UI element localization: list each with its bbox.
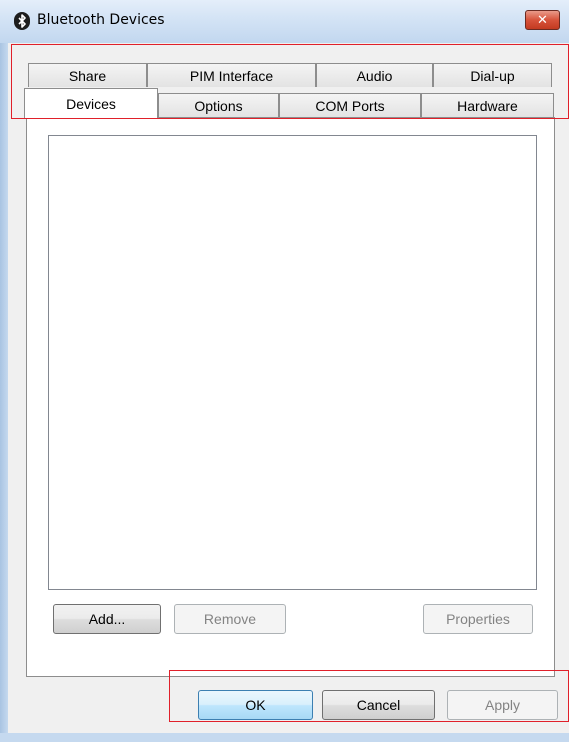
tab-options[interactable]: Options	[158, 93, 279, 117]
window-frame-bottom	[0, 733, 569, 742]
properties-button[interactable]: Properties	[423, 604, 533, 634]
tab-label: Hardware	[457, 97, 518, 114]
tab-label: PIM Interface	[189, 67, 274, 84]
tab-com-ports[interactable]: COM Ports	[279, 93, 421, 117]
bluetooth-icon	[14, 12, 30, 30]
window-frame-left	[0, 0, 8, 742]
tab-label: Devices	[66, 95, 116, 112]
tab-label: Audio	[356, 67, 393, 84]
add-button-label: Add...	[88, 611, 126, 627]
tab-label: Options	[194, 97, 243, 114]
ok-button-label: OK	[245, 697, 266, 713]
cancel-button[interactable]: Cancel	[322, 690, 435, 720]
bluetooth-devices-window: Bluetooth Devices ✕ Share PIM Interface …	[0, 0, 569, 742]
apply-button[interactable]: Apply	[447, 690, 558, 720]
cancel-button-label: Cancel	[356, 697, 401, 713]
tab-devices[interactable]: Devices	[24, 88, 158, 118]
tab-hardware[interactable]: Hardware	[421, 93, 554, 117]
properties-button-label: Properties	[446, 611, 510, 627]
tab-share[interactable]: Share	[28, 63, 147, 87]
close-button[interactable]: ✕	[525, 10, 560, 30]
device-list[interactable]	[48, 135, 537, 590]
ok-button[interactable]: OK	[198, 690, 313, 720]
window-title: Bluetooth Devices	[37, 12, 165, 28]
remove-button[interactable]: Remove	[174, 604, 286, 634]
tab-label: COM Ports	[315, 97, 385, 114]
tab-label: Share	[68, 67, 107, 84]
tab-audio[interactable]: Audio	[316, 63, 433, 87]
title-bar[interactable]: Bluetooth Devices ✕	[0, 0, 569, 43]
tab-label: Dial-up	[470, 67, 515, 84]
remove-button-label: Remove	[203, 611, 257, 627]
add-button[interactable]: Add...	[53, 604, 161, 634]
tab-pim-interface[interactable]: PIM Interface	[147, 63, 316, 87]
close-icon: ✕	[537, 12, 548, 28]
apply-button-label: Apply	[484, 697, 521, 713]
tab-dial-up[interactable]: Dial-up	[433, 63, 552, 87]
